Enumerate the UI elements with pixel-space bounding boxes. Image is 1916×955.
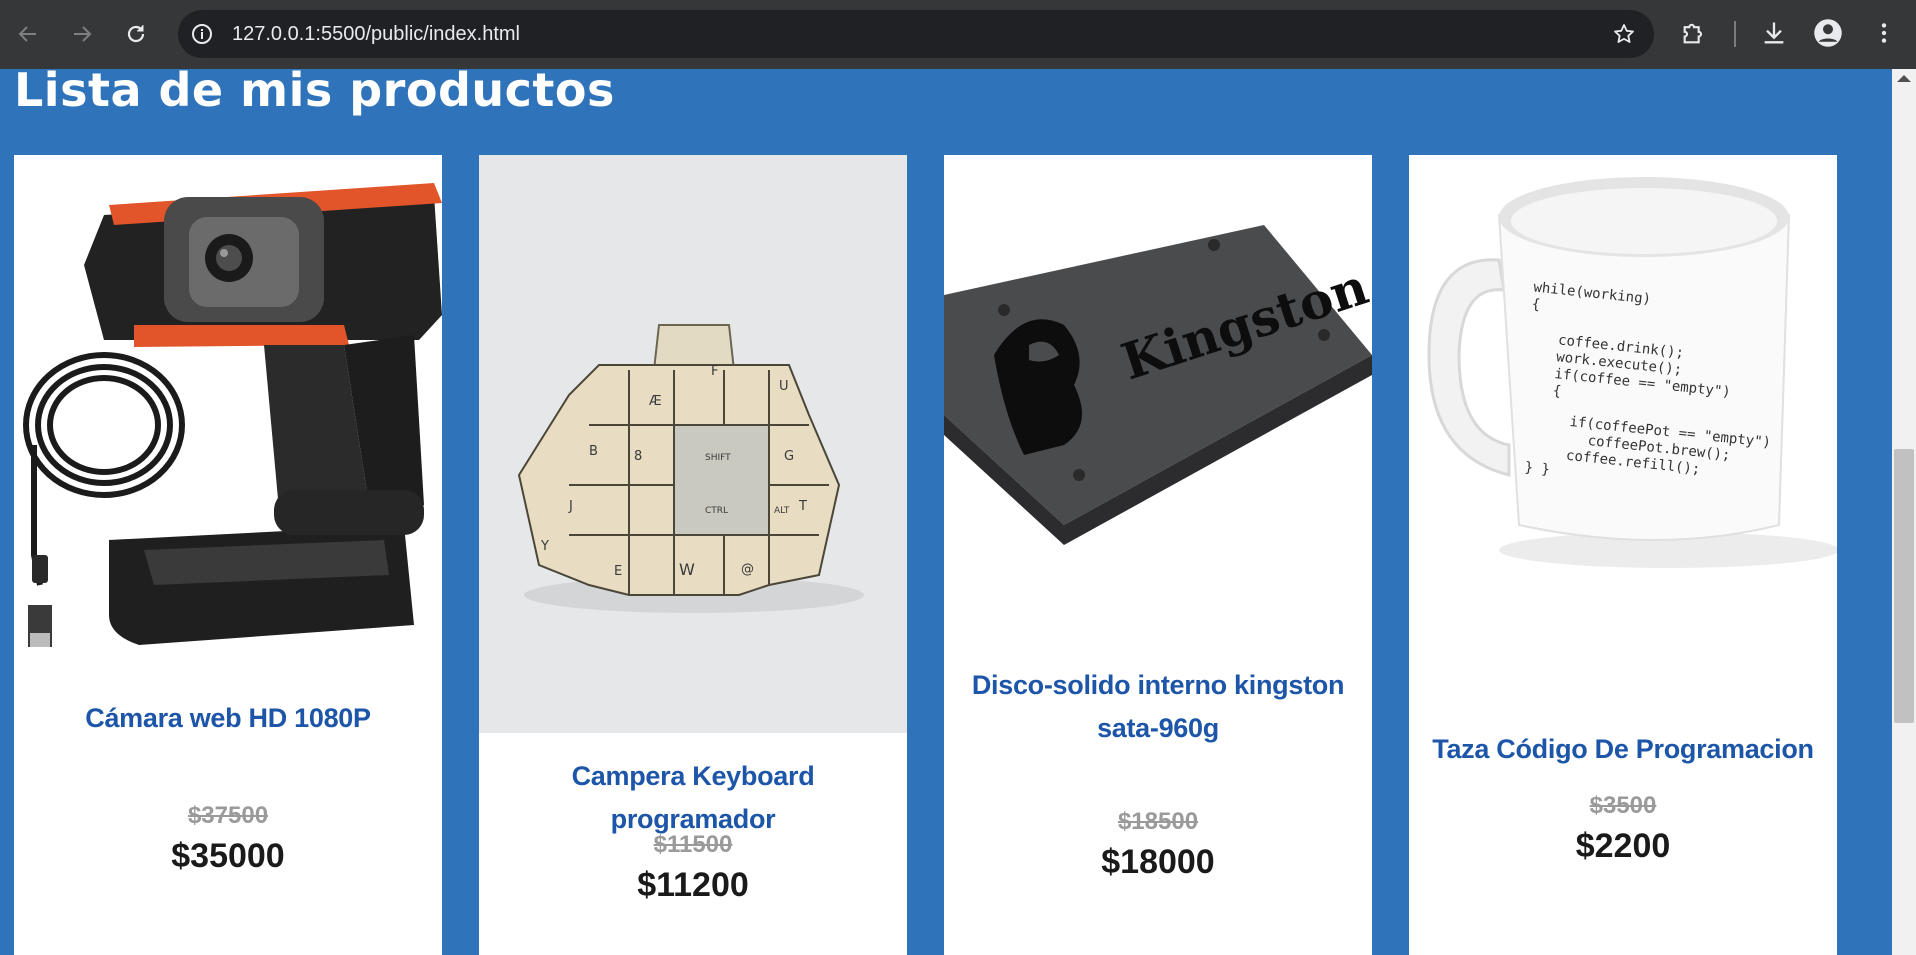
menu-kebab-icon[interactable] [1869, 18, 1899, 48]
toolbar-divider [1734, 21, 1736, 47]
svg-text:@: @ [741, 562, 754, 577]
svg-text:B: B [589, 444, 598, 459]
product-price: $35000 [171, 837, 285, 875]
site-info-icon[interactable] [190, 22, 214, 46]
keyboard-jacket-image: Æ F U B 8 SHIFT G J CTRL ALT T Y E W @ [479, 155, 907, 733]
svg-text:G: G [784, 449, 794, 464]
bookmark-star-icon[interactable] [1612, 22, 1636, 46]
product-old-price: $18500 [1117, 808, 1199, 835]
product-old-price: $37500 [187, 802, 269, 829]
svg-text:T: T [798, 499, 807, 514]
forward-arrow-icon[interactable] [62, 14, 102, 54]
webcam-image [14, 155, 442, 655]
svg-text:ALT: ALT [774, 506, 790, 516]
product-name[interactable]: Disco-solido interno kingston sata-960g [954, 664, 1362, 750]
svg-text:Y: Y [540, 539, 549, 554]
address-bar[interactable]: 127.0.0.1:5500/public/index.html [178, 10, 1654, 58]
browser-toolbar: 127.0.0.1:5500/public/index.html [0, 0, 1916, 69]
svg-text:{: { [1531, 296, 1541, 313]
product-card[interactable]: Kingston Disco-solido interno kingston s… [944, 155, 1372, 955]
svg-text:SHIFT: SHIFT [705, 453, 731, 463]
svg-text:} }: } } [1524, 459, 1551, 478]
svg-text:W: W [679, 560, 695, 579]
svg-text:J: J [568, 499, 573, 514]
svg-text:8: 8 [634, 449, 642, 464]
download-icon[interactable] [1759, 18, 1789, 48]
extensions-puzzle-icon[interactable] [1679, 18, 1709, 48]
page-viewport: Lista de mis productos Cámara web HD 108… [0, 69, 1892, 955]
svg-text:{: { [1552, 383, 1562, 400]
svg-text:Æ: Æ [649, 394, 662, 409]
page-title: Lista de mis productos [14, 69, 615, 117]
back-arrow-icon[interactable] [8, 14, 48, 54]
product-card[interactable]: Cámara web HD 1080P $37500 $35000 [14, 155, 442, 955]
product-price: $2200 [1575, 827, 1671, 865]
svg-text:E: E [614, 564, 622, 579]
product-card[interactable]: Æ F U B 8 SHIFT G J CTRL ALT T Y E W @ Campera K… [479, 155, 907, 955]
product-name[interactable]: Taza Código De Programacion [1419, 728, 1827, 771]
product-name[interactable]: Cámara web HD 1080P [24, 697, 432, 740]
product-old-price: $11500 [653, 831, 733, 858]
product-price: $18000 [1101, 843, 1215, 881]
scroll-up-arrow-icon[interactable] [1897, 75, 1911, 82]
profile-icon[interactable] [1813, 18, 1843, 48]
product-price: $11200 [637, 866, 749, 904]
product-old-price: $3500 [1589, 792, 1657, 819]
kingston-ssd-image: Kingston [944, 155, 1372, 555]
product-name[interactable]: Campera Keyboard programador [489, 755, 897, 841]
svg-text:U: U [779, 379, 789, 394]
product-card[interactable]: while(working) { coffee.drink(); work.ex… [1409, 155, 1837, 955]
reload-icon[interactable] [116, 14, 156, 54]
url-text[interactable]: 127.0.0.1:5500/public/index.html [232, 10, 520, 58]
svg-text:CTRL: CTRL [705, 506, 728, 516]
coffee-mug-image: while(working) { coffee.drink(); work.ex… [1409, 155, 1837, 585]
scrollbar-thumb[interactable] [1894, 449, 1914, 723]
svg-text:F: F [711, 364, 718, 379]
